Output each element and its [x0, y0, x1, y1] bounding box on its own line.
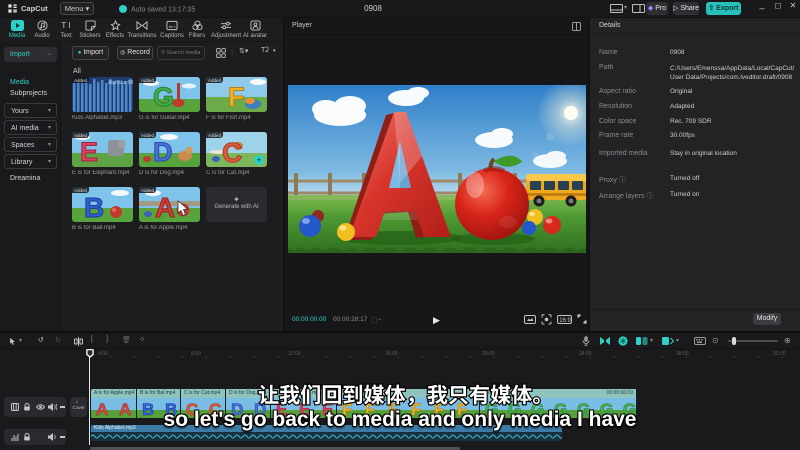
svg-text:E: E [80, 137, 98, 167]
svg-text:+: + [257, 156, 262, 165]
svg-text:D: D [153, 137, 173, 167]
svg-text:F: F [228, 82, 245, 112]
svg-text:B: B [84, 192, 104, 222]
svg-text:16:9: 16:9 [559, 318, 571, 324]
svg-text:G: G [153, 82, 174, 112]
svg-text:A: A [155, 192, 175, 222]
svg-text:C: C [222, 137, 242, 167]
svg-text:Alphabe 09:18: Alphabe 09:18 [108, 80, 133, 86]
